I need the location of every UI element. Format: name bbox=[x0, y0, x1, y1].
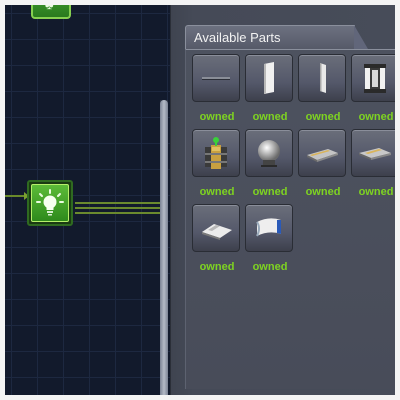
owned-label: owned bbox=[199, 111, 235, 123]
part-tile[interactable] bbox=[245, 129, 293, 177]
flat-plate-part-icon bbox=[307, 149, 338, 162]
tree-connector-out-2 bbox=[75, 207, 161, 209]
sphere-tank-part-icon bbox=[258, 140, 280, 167]
part-tile[interactable] bbox=[245, 54, 293, 102]
part-tile[interactable] bbox=[192, 204, 240, 252]
tech-node-selected[interactable] bbox=[27, 180, 73, 226]
tech-node-top[interactable]: ♣ bbox=[31, 5, 71, 19]
part-item[interactable]: owned bbox=[192, 204, 242, 274]
part-tile[interactable] bbox=[245, 204, 293, 252]
angled-plate-part-icon bbox=[359, 148, 391, 160]
tech-tree-view[interactable]: ♣ bbox=[5, 5, 175, 395]
part-item[interactable]: owned bbox=[298, 129, 348, 199]
parts-panel: Available Parts owned owned owned owned … bbox=[170, 5, 395, 395]
parts-grid-area: owned owned owned owned owned owned owne… bbox=[185, 49, 395, 389]
owned-label: owned bbox=[358, 111, 394, 123]
owned-label: owned bbox=[252, 111, 288, 123]
owned-label: owned bbox=[199, 261, 235, 273]
game-window: ♣ bbox=[5, 5, 395, 395]
owned-label: owned bbox=[305, 111, 341, 123]
panel-title: Available Parts bbox=[194, 30, 281, 45]
lightbulb-icon bbox=[36, 189, 64, 216]
owned-label: owned bbox=[199, 186, 235, 198]
scrollbar-thumb[interactable] bbox=[160, 100, 168, 395]
owned-label: owned bbox=[305, 186, 341, 198]
part-tile[interactable] bbox=[192, 54, 240, 102]
tree-connector-out-3 bbox=[75, 212, 161, 214]
part-item[interactable]: owned bbox=[192, 54, 242, 124]
part-tile[interactable] bbox=[298, 54, 346, 102]
curved-fairing-part-icon bbox=[256, 218, 281, 237]
panel-header: Available Parts bbox=[185, 25, 368, 49]
part-tile[interactable] bbox=[298, 129, 346, 177]
thin-bar-part-icon bbox=[202, 77, 230, 80]
tree-scrollbar[interactable] bbox=[160, 100, 168, 395]
part-item[interactable]: owned bbox=[245, 204, 295, 274]
part-tile[interactable] bbox=[351, 54, 395, 102]
battery-container-part-icon bbox=[364, 64, 386, 93]
owned-label: owned bbox=[252, 261, 288, 273]
part-item[interactable]: owned bbox=[298, 54, 348, 124]
owned-label: owned bbox=[358, 186, 394, 198]
part-tile[interactable] bbox=[192, 129, 240, 177]
part-item[interactable]: owned bbox=[351, 129, 395, 199]
owned-label: owned bbox=[252, 186, 288, 198]
part-tile[interactable] bbox=[351, 129, 395, 177]
wing-plate-part-icon bbox=[202, 224, 232, 240]
narrow-panel-part-icon bbox=[320, 63, 326, 93]
tree-connector-in bbox=[5, 192, 29, 200]
part-item[interactable]: owned bbox=[351, 54, 395, 124]
white-panel-part-icon bbox=[264, 62, 274, 94]
part-item[interactable]: owned bbox=[192, 129, 242, 199]
tree-node-icon: ♣ bbox=[45, 5, 54, 12]
tree-connector-out-1 bbox=[75, 202, 161, 204]
part-item[interactable]: owned bbox=[245, 129, 295, 199]
part-item[interactable]: owned bbox=[245, 54, 295, 124]
rtg-part-icon bbox=[205, 137, 227, 169]
